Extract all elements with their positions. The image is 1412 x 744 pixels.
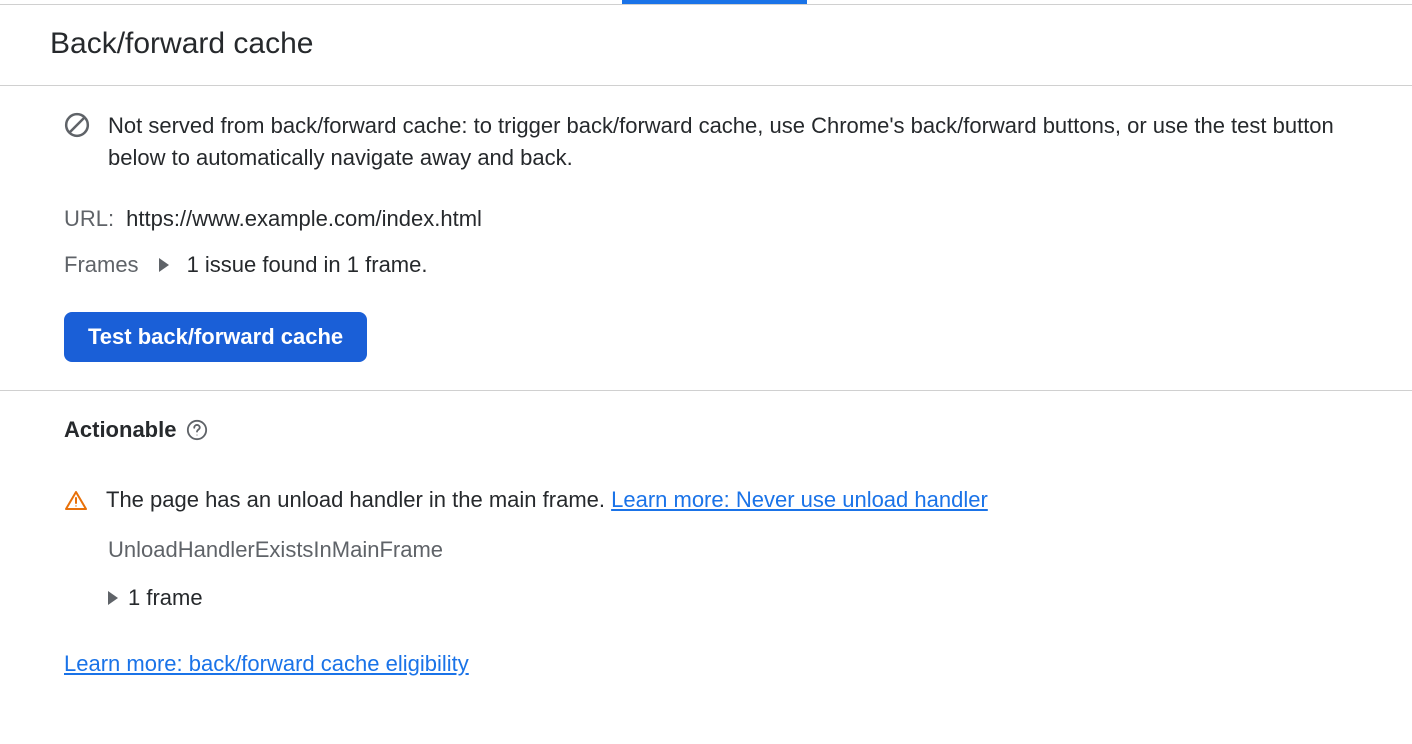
expand-triangle-icon [108,591,118,605]
circle-slash-icon [64,112,90,138]
header-section: Back/forward cache [0,5,1412,86]
page-title: Back/forward cache [50,27,1362,61]
help-icon[interactable] [186,419,208,441]
frames-summary: 1 issue found in 1 frame. [187,252,428,278]
issue-text: The page has an unload handler in the ma… [106,487,988,513]
actionable-header: Actionable [64,417,1362,443]
cache-status-row: Not served from back/forward cache: to t… [64,110,1362,174]
url-value: https://www.example.com/index.html [126,206,482,232]
url-row: URL: https://www.example.com/index.html [64,206,1362,232]
actionable-title: Actionable [64,417,176,443]
cache-status-text: Not served from back/forward cache: to t… [108,110,1362,174]
actionable-section: Actionable The page has an unload handle… [0,391,1412,717]
url-label: URL: [64,206,114,232]
expand-triangle-icon [159,258,169,272]
frame-expand-row[interactable]: 1 frame [108,585,1362,611]
footer-link-row: Learn more: back/forward cache eligibili… [64,651,1362,677]
frames-row[interactable]: Frames 1 issue found in 1 frame. [64,252,1362,278]
issue-row: The page has an unload handler in the ma… [64,487,1362,513]
issue-code: UnloadHandlerExistsInMainFrame [108,537,1362,563]
warning-triangle-icon [64,489,88,513]
issue-description: The page has an unload handler in the ma… [106,487,611,512]
bfcache-eligibility-link[interactable]: Learn more: back/forward cache eligibili… [64,651,469,676]
frame-count-label: 1 frame [128,585,203,611]
test-bfcache-button[interactable]: Test back/forward cache [64,312,367,362]
frames-label: Frames [64,252,139,278]
status-section: Not served from back/forward cache: to t… [0,86,1412,391]
issue-learn-more-link[interactable]: Learn more: Never use unload handler [611,487,988,512]
